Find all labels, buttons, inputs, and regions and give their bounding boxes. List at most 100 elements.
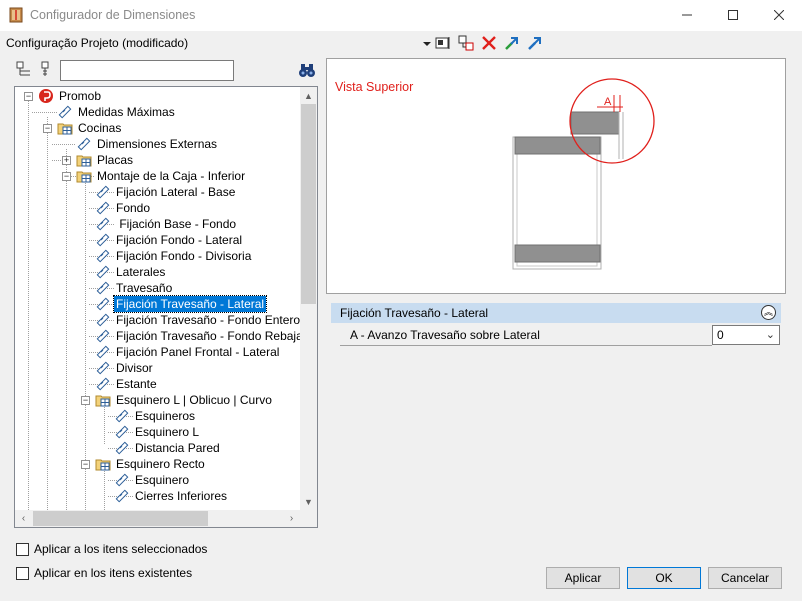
vertical-scroll-thumb[interactable]: [301, 104, 316, 304]
apply-existing-option[interactable]: Aplicar en los itens existentes: [16, 566, 192, 580]
apply-selected-option[interactable]: Aplicar a los itens seleccionados: [16, 542, 207, 556]
property-value-select[interactable]: 0 ⌄: [712, 325, 780, 345]
preview-panel: Vista Superior A: [326, 58, 786, 294]
expand-toggle-placas[interactable]: +: [62, 156, 71, 165]
ruler-icon: [96, 201, 110, 215]
folder-grid-icon: [76, 171, 92, 183]
tree-node-esquinero-l-oblicuo-curvo[interactable]: Esquinero L | Oblicuo | Curvo: [95, 392, 274, 408]
ruler-icon: [96, 329, 110, 343]
ruler-icon: [115, 409, 129, 423]
expand-all-icon[interactable]: [16, 61, 32, 77]
collapse-toggle-esquinero-l[interactable]: −: [81, 396, 90, 405]
minimize-button[interactable]: [664, 0, 710, 30]
apply-selected-checkbox[interactable]: [16, 542, 29, 556]
tree-node-placas[interactable]: Placas: [76, 152, 135, 168]
close-button[interactable]: [756, 0, 802, 30]
ruler-icon: [77, 137, 91, 151]
tree-node-fijacion-fondo-lateral[interactable]: Fijación Fondo - Lateral: [95, 232, 244, 248]
tree-node-cocinas[interactable]: Cocinas: [57, 120, 123, 136]
tree-node-travesano[interactable]: Travesaño: [95, 280, 174, 296]
ruler-icon: [96, 185, 110, 199]
tree-node-cierres-inferiores[interactable]: Cierres Inferiores: [114, 488, 229, 504]
ruler-icon: [96, 265, 110, 279]
tree-view[interactable]: − − + − − − Promob Medidas Máximas Cocin…: [14, 86, 318, 528]
promob-logo-icon: [39, 89, 53, 103]
collapse-toggle-esquinero-recto[interactable]: −: [81, 460, 90, 469]
tree-search-input[interactable]: [60, 60, 234, 81]
minimize-icon: [682, 14, 692, 16]
tree-node-esquinero-recto[interactable]: Esquinero Recto: [95, 456, 207, 472]
apply-existing-label: Aplicar en los itens existentes: [34, 566, 193, 580]
tree-node-fijacion-travesano-lateral[interactable]: Fijación Travesaño - Lateral: [95, 295, 268, 313]
close-icon: [774, 10, 784, 20]
tree-node-divisor[interactable]: Divisor: [95, 360, 155, 376]
title-bar: Configurador de Dimensiones: [0, 0, 802, 31]
apply-existing-checkbox[interactable]: [16, 566, 29, 580]
tree-vertical-scrollbar[interactable]: ▲ ▼: [300, 87, 317, 510]
scroll-up-icon[interactable]: ▲: [300, 87, 317, 104]
property-label: A - Avanzo Travesaño sobre Lateral: [350, 328, 540, 342]
apply-selected-label: Aplicar a los itens seleccionados: [34, 542, 208, 556]
delete-icon[interactable]: [480, 34, 498, 52]
scrollbar-corner: [300, 510, 317, 527]
ruler-icon: [96, 377, 110, 391]
export-icon[interactable]: [526, 34, 544, 52]
collapse-toggle-cocinas[interactable]: −: [43, 124, 52, 133]
copy-configuration-icon[interactable]: [457, 34, 475, 52]
apply-button[interactable]: Aplicar: [546, 567, 620, 589]
scroll-down-icon[interactable]: ▼: [300, 493, 317, 510]
chevron-down-icon[interactable]: ⌄: [766, 328, 775, 341]
ruler-icon: [96, 297, 110, 311]
tree-node-fijacion-travesano-fondo-rebajado[interactable]: Fijación Travesaño - Fondo Rebajado: [95, 328, 317, 344]
binoculars-search-icon[interactable]: [298, 62, 316, 78]
tree-node-esquinero-l[interactable]: Esquinero L: [114, 424, 201, 440]
property-group-header[interactable]: Fijación Travesaño - Lateral ︽: [331, 303, 781, 323]
ok-button[interactable]: OK: [627, 567, 701, 589]
ruler-icon: [96, 249, 110, 263]
ruler-icon: [96, 233, 110, 247]
save-configuration-icon[interactable]: [434, 34, 452, 52]
ruler-icon: [96, 281, 110, 295]
ruler-icon: [96, 217, 110, 231]
maximize-button[interactable]: [710, 0, 756, 30]
tree-node-fijacion-fondo-divisoria[interactable]: Fijación Fondo - Divisoria: [95, 248, 253, 264]
tree-node-medidas-maximas[interactable]: Medidas Máximas: [57, 104, 177, 120]
tree-node-estante[interactable]: Estante: [95, 376, 159, 392]
scroll-left-icon[interactable]: ‹: [15, 510, 32, 527]
tree-panel: − − + − − − Promob Medidas Máximas Cocin…: [14, 58, 318, 528]
property-group-title: Fijación Travesaño - Lateral: [340, 306, 489, 320]
tree-node-laterales[interactable]: Laterales: [95, 264, 167, 280]
folder-grid-icon: [57, 123, 73, 135]
property-row: A - Avanzo Travesaño sobre Lateral 0 ⌄: [331, 324, 781, 346]
tree-node-distancia-pared[interactable]: Distancia Pared: [114, 440, 222, 456]
ruler-icon: [115, 441, 129, 455]
tree-node-esquineros[interactable]: Esquineros: [114, 408, 197, 424]
folder-grid-icon: [95, 395, 111, 407]
folder-grid-icon: [76, 155, 92, 167]
collapse-toggle-promob[interactable]: −: [24, 92, 33, 101]
collapse-all-icon[interactable]: [38, 61, 54, 77]
scroll-right-icon[interactable]: ›: [283, 510, 300, 527]
cancel-button[interactable]: Cancelar: [708, 567, 782, 589]
tree-node-fondo[interactable]: Fondo: [95, 200, 152, 216]
tree-node-montaje-caja-inferior[interactable]: Montaje de la Caja - Inferior: [76, 168, 247, 184]
ruler-icon: [96, 361, 110, 375]
import-icon[interactable]: [503, 34, 521, 52]
tree-horizontal-scrollbar[interactable]: ‹ ›: [15, 510, 300, 527]
collapse-toggle-montaje[interactable]: −: [62, 172, 71, 181]
ruler-icon: [115, 425, 129, 439]
property-value: 0: [717, 328, 724, 342]
tree-node-dimensiones-externas[interactable]: Dimensiones Externas: [76, 136, 219, 152]
tree-node-fijacion-panel-frontal-lateral[interactable]: Fijación Panel Frontal - Lateral: [95, 344, 281, 360]
ruler-icon: [115, 489, 129, 503]
app-icon: [9, 7, 23, 23]
tree-node-fijacion-travesano-fondo-entero[interactable]: Fijación Travesaño - Fondo Entero: [95, 312, 302, 328]
horizontal-scroll-thumb[interactable]: [33, 511, 208, 526]
ruler-icon: [96, 313, 110, 327]
tree-node-fijacion-base-fondo[interactable]: Fijación Base - Fondo: [95, 216, 238, 232]
ruler-icon: [115, 473, 129, 487]
tree-node-fijacion-lateral-base[interactable]: Fijación Lateral - Base: [95, 184, 237, 200]
collapse-group-icon[interactable]: ︽: [761, 305, 776, 320]
tree-node-promob[interactable]: Promob: [38, 88, 103, 104]
tree-node-esquinero[interactable]: Esquinero: [114, 472, 191, 488]
